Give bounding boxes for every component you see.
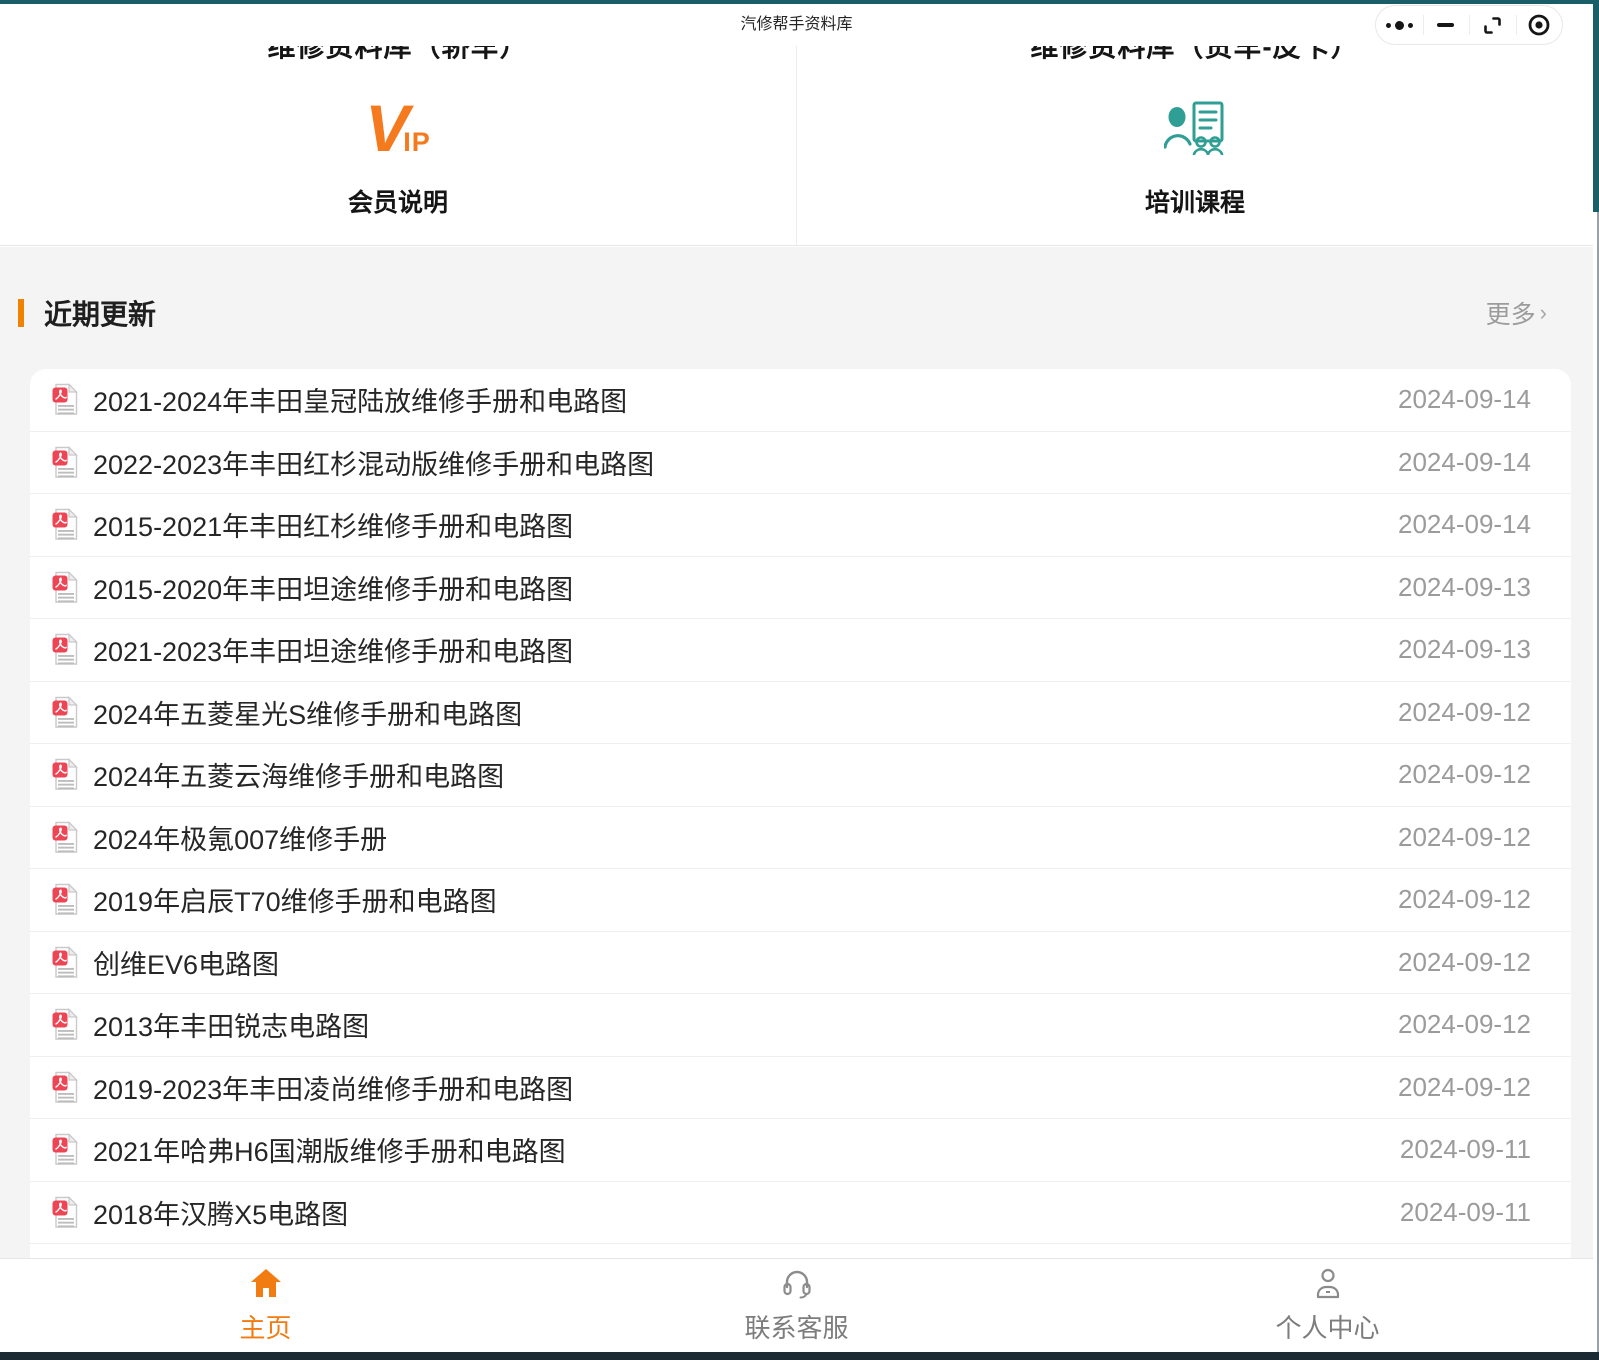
card-training[interactable]: 维修资料库（货车-皮卡） 培训课程	[796, 46, 1593, 245]
doc-title: 2015-2021年丰田红杉维修手册和电路图	[93, 505, 1374, 544]
doc-title: 2019年启辰T70维修手册和电路图	[93, 880, 1374, 919]
doc-title: 2024年极氪007维修手册	[93, 818, 1374, 857]
recent-updates-section: 近期更新 更多 › 2021-2024年丰田皇冠陆放维修手册和电路图 2024-…	[0, 247, 1593, 1258]
pdf-file-icon	[52, 1196, 80, 1229]
pdf-file-icon	[52, 883, 80, 916]
doc-date: 2024-09-13	[1398, 634, 1531, 665]
close-circle-icon	[1527, 13, 1551, 37]
heading-accent-bar	[18, 299, 24, 327]
pdf-file-icon	[52, 1008, 80, 1041]
more-options-button[interactable]	[1376, 6, 1423, 44]
doc-date: 2024-09-12	[1398, 884, 1531, 915]
pdf-file-icon	[52, 821, 80, 854]
more-link[interactable]: 更多 ›	[1486, 295, 1547, 331]
doc-title: 2021年哈弗H6国潮版维修手册和电路图	[93, 1130, 1376, 1169]
vip-icon: VIP	[365, 98, 431, 158]
doc-title: 2019-2023年丰田凌尚维修手册和电路图	[93, 1068, 1374, 1107]
desktop-edge-top	[0, 0, 1599, 4]
document-row[interactable]: 2022-2023年丰田红杉混动版维修手册和电路图 2024-09-14	[30, 432, 1571, 495]
close-button[interactable]	[1516, 6, 1563, 44]
window-controls-capsule	[1375, 5, 1563, 45]
doc-title: 2021-2024年丰田皇冠陆放维修手册和电路图	[93, 380, 1374, 419]
resize-icon	[1482, 15, 1503, 36]
headset-icon	[780, 1267, 814, 1299]
pdf-file-icon	[52, 508, 80, 541]
document-row[interactable]: 2024年五菱星光S维修手册和电路图 2024-09-12	[30, 682, 1571, 745]
pdf-file-icon	[52, 571, 80, 604]
tab-profile[interactable]: 个人中心	[1062, 1259, 1593, 1352]
tab-customer-service-label: 联系客服	[744, 1308, 848, 1345]
doc-date: 2024-09-12	[1398, 759, 1531, 790]
top-cards: 维修资料库（轿车） VIP 会员说明 维修资料库（货车-皮卡）	[0, 46, 1593, 246]
pdf-file-icon	[52, 758, 80, 791]
pdf-file-icon	[52, 1071, 80, 1104]
doc-title: 2015-2020年丰田坦途维修手册和电路图	[93, 568, 1374, 607]
section-title: 近期更新	[44, 293, 156, 333]
doc-title: 2024年五菱星光S维修手册和电路图	[93, 693, 1374, 732]
desktop-edge-bottom	[0, 1352, 1599, 1360]
doc-title: 2022-2023年丰田红杉混动版维修手册和电路图	[93, 443, 1374, 482]
document-row[interactable]: 2019年启辰T70维修手册和电路图 2024-09-12	[30, 869, 1571, 932]
doc-date: 2024-09-14	[1398, 509, 1531, 540]
doc-date: 2024-09-12	[1398, 1072, 1531, 1103]
doc-date: 2024-09-12	[1398, 697, 1531, 728]
doc-date: 2024-09-13	[1398, 572, 1531, 603]
tabbar: 主页 联系客服 个人中心	[0, 1258, 1593, 1352]
window-title: 汽修帮手资料库	[0, 4, 1593, 46]
user-icon	[1311, 1267, 1345, 1299]
doc-title: 2018年汉腾X5电路图	[93, 1193, 1376, 1232]
more-label: 更多	[1486, 295, 1536, 331]
doc-date: 2024-09-11	[1400, 1134, 1531, 1165]
tab-profile-label: 个人中心	[1275, 1308, 1379, 1345]
tab-home[interactable]: 主页	[0, 1259, 531, 1352]
clipped-heading-right: 维修资料库（货车-皮卡）	[797, 46, 1593, 63]
document-row[interactable]: 2021-2023年丰田坦途维修手册和电路图 2024-09-13	[30, 619, 1571, 682]
doc-date: 2024-09-11	[1400, 1197, 1531, 1228]
home-icon	[249, 1267, 283, 1299]
section-header: 近期更新 更多 ›	[0, 247, 1593, 335]
pdf-file-icon	[52, 696, 80, 729]
minimize-button[interactable]	[1423, 6, 1470, 44]
document-row[interactable]: 2015-2020年丰田坦途维修手册和电路图 2024-09-13	[30, 557, 1571, 620]
document-row[interactable]: 2018年汉腾X5电路图 2024-09-11	[30, 1182, 1571, 1245]
doc-title: 2024年五菱云海维修手册和电路图	[93, 755, 1374, 794]
desktop-edge-right	[1593, 0, 1599, 212]
doc-date: 2024-09-14	[1398, 384, 1531, 415]
document-row[interactable]: 2013年丰田锐志电路图 2024-09-12	[30, 994, 1571, 1057]
chevron-right-icon: ›	[1540, 300, 1547, 326]
more-dots-icon	[1386, 21, 1413, 30]
document-row[interactable]: 2019-2023年丰田凌尚维修手册和电路图 2024-09-12	[30, 1057, 1571, 1120]
doc-title: 2013年丰田锐志电路图	[93, 1005, 1374, 1044]
clipped-heading-wrap: 维修资料库（货车-皮卡）	[797, 46, 1593, 63]
document-row[interactable]: 2024年五菱云海维修手册和电路图 2024-09-12	[30, 744, 1571, 807]
document-row[interactable]: 2015-2021年丰田红杉维修手册和电路图 2024-09-14	[30, 494, 1571, 557]
document-row[interactable]: 创维EV6电路图 2024-09-12	[30, 932, 1571, 995]
card-membership[interactable]: 维修资料库（轿车） VIP 会员说明	[0, 46, 796, 245]
training-label: 培训课程	[797, 183, 1593, 219]
training-icon	[1164, 101, 1226, 155]
tab-customer-service[interactable]: 联系客服	[531, 1259, 1062, 1352]
doc-title: 创维EV6电路图	[93, 943, 1374, 982]
pdf-file-icon	[52, 383, 80, 416]
resize-button[interactable]	[1469, 6, 1516, 44]
clipped-heading-left: 维修资料库（轿车）	[0, 46, 796, 63]
pdf-file-icon	[52, 1133, 80, 1166]
pdf-file-icon	[52, 633, 80, 666]
document-row[interactable]: 2021年哈弗H6国潮版维修手册和电路图 2024-09-11	[30, 1119, 1571, 1182]
pdf-file-icon	[52, 946, 80, 979]
doc-date: 2024-09-12	[1398, 1009, 1531, 1040]
tab-home-label: 主页	[239, 1308, 291, 1345]
doc-date: 2024-09-12	[1398, 947, 1531, 978]
titlebar: 汽修帮手资料库	[0, 4, 1593, 46]
doc-title: 2021-2023年丰田坦途维修手册和电路图	[93, 630, 1374, 669]
membership-label: 会员说明	[0, 183, 796, 219]
recent-list: 2021-2024年丰田皇冠陆放维修手册和电路图 2024-09-14 2022…	[30, 369, 1571, 1258]
document-row[interactable]: 2024年极氪007维修手册 2024-09-12	[30, 807, 1571, 870]
minimize-icon	[1437, 23, 1454, 27]
doc-date: 2024-09-14	[1398, 447, 1531, 478]
clipped-heading-wrap: 维修资料库（轿车）	[0, 46, 796, 63]
document-row[interactable]: 2021-2024年丰田皇冠陆放维修手册和电路图 2024-09-14	[30, 369, 1571, 432]
pdf-file-icon	[52, 446, 80, 479]
doc-date: 2024-09-12	[1398, 822, 1531, 853]
